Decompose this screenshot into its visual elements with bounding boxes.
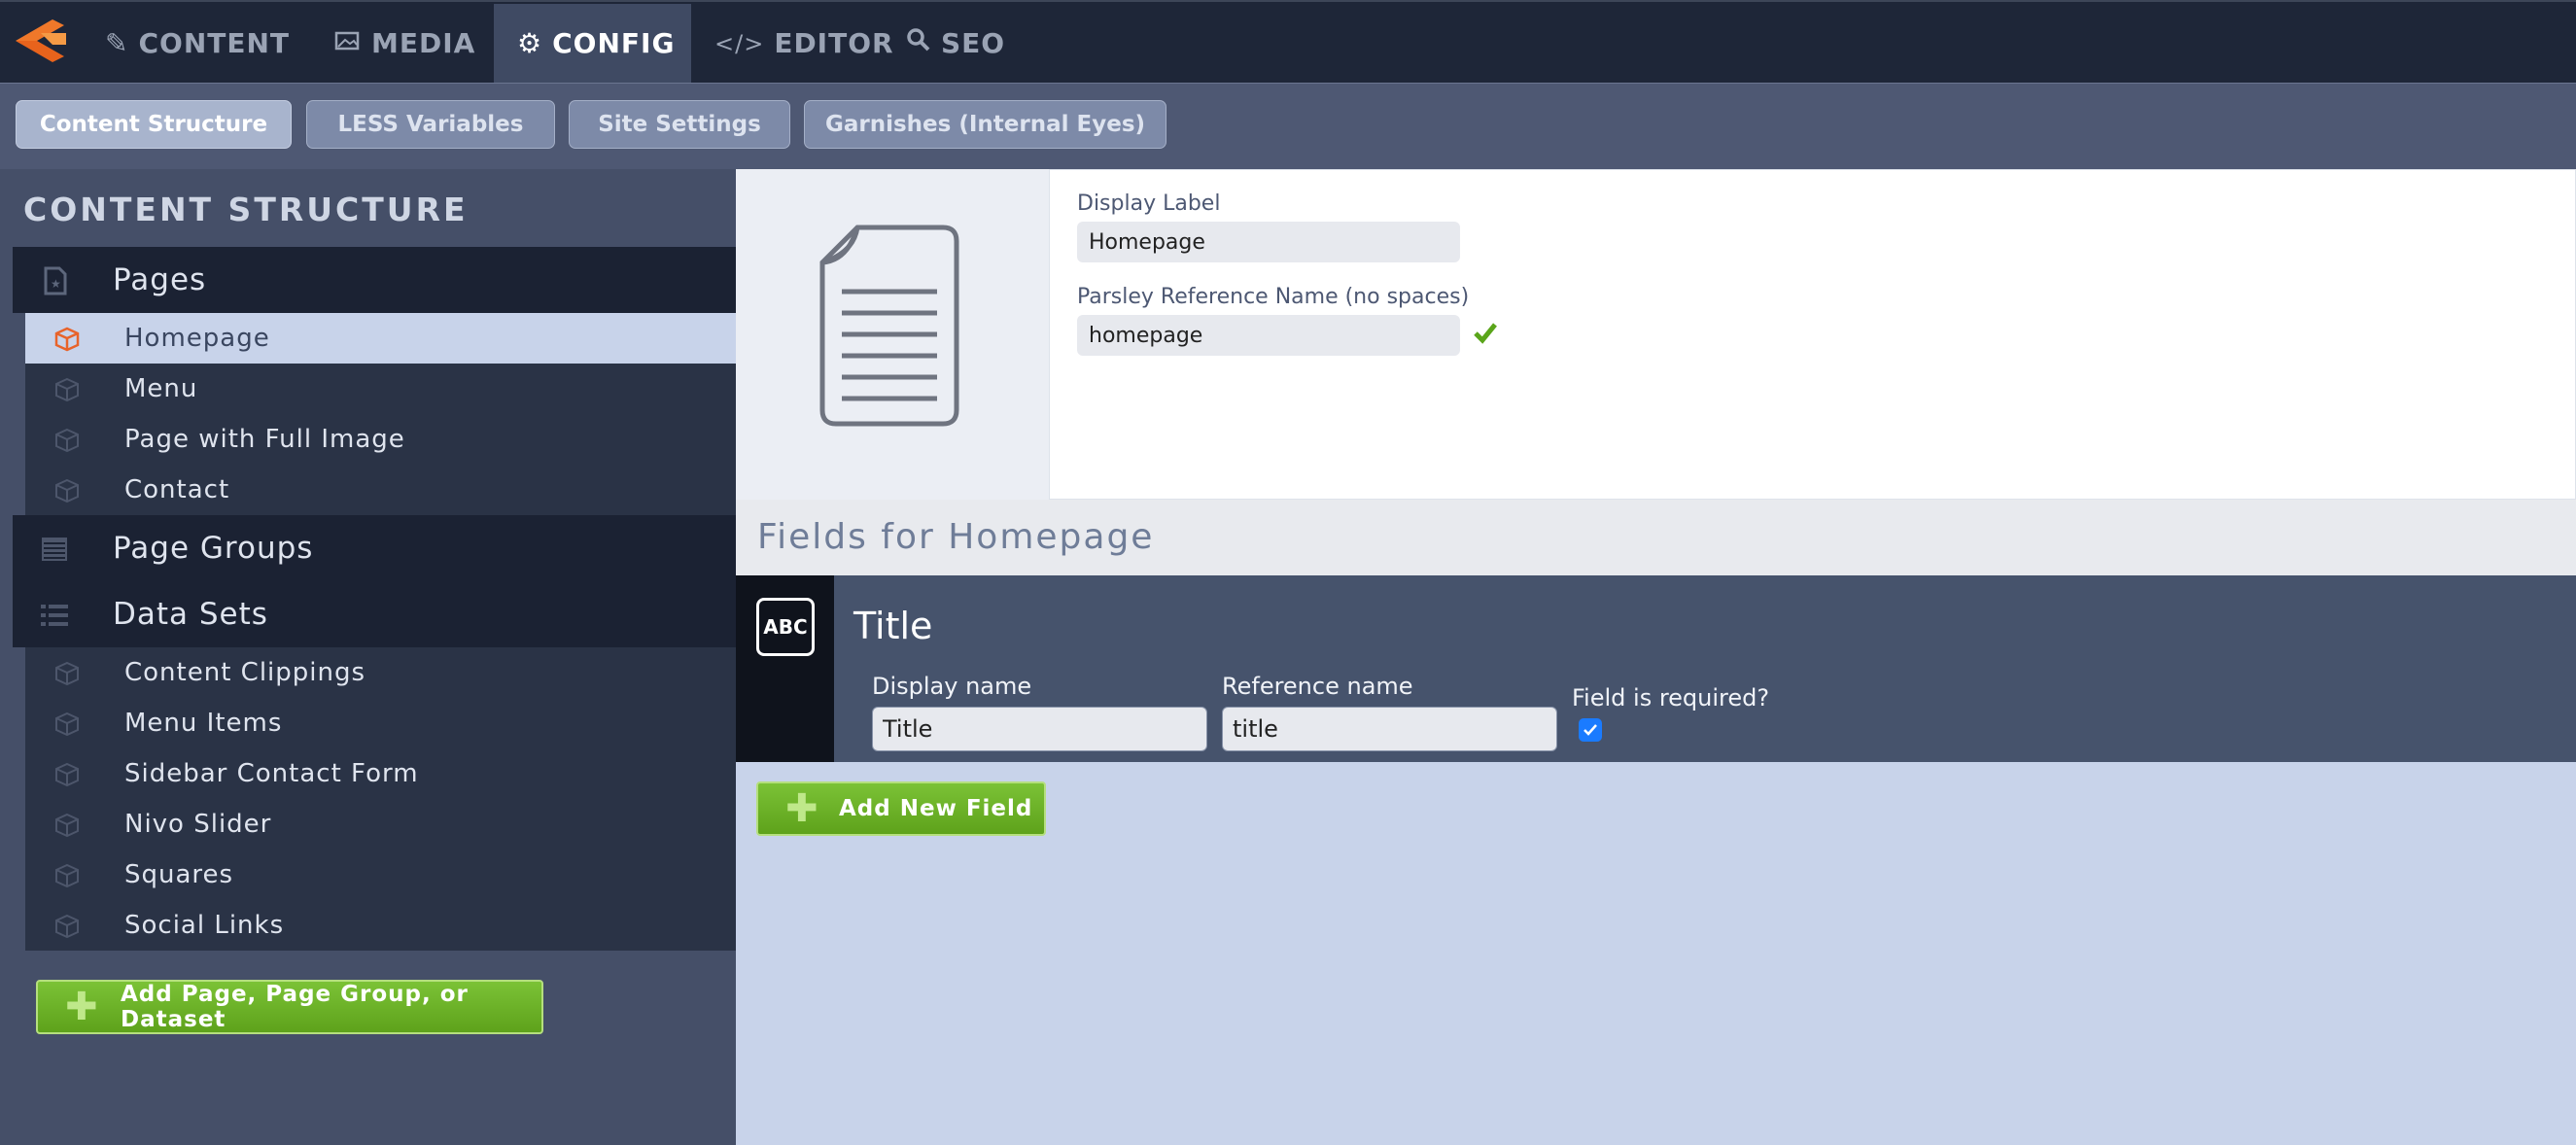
sidebar-item-content-clippings[interactable]: Content Clippings bbox=[25, 647, 736, 698]
nav-tab-label: CONFIG bbox=[552, 27, 676, 59]
sidebar-item-sidebar-contact-form[interactable]: Sidebar Contact Form bbox=[25, 748, 736, 799]
add-page-group-dataset-button[interactable]: ✚ Add Page, Page Group, or Dataset bbox=[36, 980, 543, 1034]
section-label: Data Sets bbox=[113, 597, 268, 632]
sub-toolbar: Content Structure LESS Variables Site Se… bbox=[0, 83, 2576, 169]
cube-icon bbox=[55, 428, 79, 453]
sidebar-title: CONTENT STRUCTURE bbox=[23, 191, 469, 228]
plus-icon: ✚ bbox=[785, 786, 819, 831]
sidebar-item-homepage[interactable]: Homepage bbox=[25, 313, 736, 364]
field-row-title: ABC Title Display name Reference name Fi… bbox=[736, 575, 2576, 762]
gears-icon: ⚙ bbox=[517, 27, 543, 59]
cube-icon bbox=[55, 863, 79, 888]
sidebar-item-label: Menu Items bbox=[124, 709, 283, 738]
field-required-caption: Field is required? bbox=[1572, 684, 1770, 711]
sidebar-item-label: Menu bbox=[124, 374, 198, 403]
valid-check-icon bbox=[1474, 323, 1497, 344]
code-icon: </> bbox=[714, 29, 765, 57]
logo-icon[interactable] bbox=[8, 12, 72, 70]
edit-icon: ✎ bbox=[105, 27, 129, 59]
sidebar-item-label: Page with Full Image bbox=[124, 425, 405, 454]
cube-icon bbox=[55, 478, 79, 503]
field-reference-name-input[interactable] bbox=[1222, 707, 1557, 751]
sidebar-item-menu[interactable]: Menu bbox=[25, 364, 736, 414]
add-new-field-button[interactable]: ✚ Add New Field bbox=[756, 781, 1046, 836]
sidebar-item-squares[interactable]: Squares bbox=[25, 850, 736, 900]
tab-garnishes[interactable]: Garnishes (Internal Eyes) bbox=[804, 100, 1166, 149]
nav-tab-label: MEDIA bbox=[371, 27, 476, 59]
section-label: Page Groups bbox=[113, 531, 314, 566]
svg-text:★: ★ bbox=[51, 277, 61, 291]
field-required-checkbox[interactable] bbox=[1579, 718, 1602, 742]
sidebar-item-label: Homepage bbox=[124, 324, 270, 353]
page-properties: Display Label Parsley Reference Name (no… bbox=[1049, 169, 2576, 500]
plus-icon: ✚ bbox=[65, 985, 99, 1029]
fields-header: Fields for Homepage bbox=[736, 500, 2576, 575]
fields-heading: Fields for Homepage bbox=[757, 517, 1155, 557]
page-thumbnail bbox=[736, 169, 1049, 500]
cube-icon bbox=[55, 914, 79, 939]
cube-icon bbox=[54, 327, 80, 352]
nav-tab-editor[interactable]: </> EDITOR bbox=[714, 4, 893, 83]
document-icon bbox=[819, 225, 959, 427]
tab-content-structure[interactable]: Content Structure bbox=[16, 100, 292, 149]
sidebar-section-pages[interactable]: ★ Pages bbox=[13, 247, 736, 313]
checkmark-icon bbox=[1584, 724, 1597, 736]
sidebar-item-label: Content Clippings bbox=[124, 658, 366, 687]
sidebar-item-social-links[interactable]: Social Links bbox=[25, 900, 736, 951]
image-icon bbox=[334, 27, 362, 59]
reference-name-caption: Reference name bbox=[1222, 673, 1413, 700]
sidebar-item-menu-items[interactable]: Menu Items bbox=[25, 698, 736, 748]
cube-icon bbox=[55, 377, 79, 402]
display-name-input[interactable] bbox=[872, 707, 1207, 751]
sidebar-item-label: Squares bbox=[124, 860, 234, 889]
page-icon: ★ bbox=[44, 266, 67, 295]
nav-tab-seo[interactable]: SEO bbox=[906, 4, 1023, 83]
sidebar-item-label: Sidebar Contact Form bbox=[124, 759, 419, 788]
button-label: Add Page, Page Group, or Dataset bbox=[121, 982, 469, 1032]
sidebar-item-nivo-slider[interactable]: Nivo Slider bbox=[25, 799, 736, 850]
list-icon bbox=[41, 605, 68, 626]
cube-icon bbox=[55, 813, 79, 838]
display-label-caption: Display Label bbox=[1077, 191, 1221, 216]
cube-icon bbox=[55, 711, 79, 737]
reference-name-input[interactable] bbox=[1077, 315, 1460, 356]
sidebar: CONTENT STRUCTURE ★ Pages Homepage Menu … bbox=[0, 169, 736, 1145]
list-box-icon bbox=[42, 538, 67, 561]
sidebar-section-data-sets[interactable]: Data Sets bbox=[13, 581, 736, 647]
sidebar-item-label: Nivo Slider bbox=[124, 810, 272, 839]
search-icon bbox=[906, 27, 931, 59]
nav-tab-label: SEO bbox=[941, 27, 1006, 59]
sidebar-section-page-groups[interactable]: Page Groups bbox=[13, 515, 736, 581]
sidebar-item-label: Social Links bbox=[124, 911, 285, 940]
display-label-input[interactable] bbox=[1077, 222, 1460, 262]
top-nav: ✎ CONTENT MEDIA ⚙ CONFIG </> EDITOR SEO bbox=[0, 0, 2576, 83]
nav-tab-media[interactable]: MEDIA bbox=[331, 4, 486, 83]
tab-less-variables[interactable]: LESS Variables bbox=[306, 100, 555, 149]
cube-icon bbox=[55, 661, 79, 686]
nav-tab-content[interactable]: ✎ CONTENT bbox=[101, 4, 294, 83]
cube-icon bbox=[55, 762, 79, 787]
nav-tab-label: CONTENT bbox=[138, 27, 291, 59]
sidebar-item-contact[interactable]: Contact bbox=[25, 465, 736, 515]
section-label: Pages bbox=[113, 262, 207, 297]
field-type-box: ABC bbox=[736, 575, 834, 762]
sidebar-item-page-with-full-image[interactable]: Page with Full Image bbox=[25, 414, 736, 465]
reference-name-caption: Parsley Reference Name (no spaces) bbox=[1077, 285, 1470, 309]
sidebar-item-label: Contact bbox=[124, 475, 230, 504]
button-label: Add New Field bbox=[839, 796, 1033, 821]
nav-tab-config[interactable]: ⚙ CONFIG bbox=[494, 4, 691, 83]
tab-site-settings[interactable]: Site Settings bbox=[569, 100, 790, 149]
text-field-icon: ABC bbox=[756, 598, 815, 656]
field-title: Title bbox=[853, 605, 933, 647]
display-name-caption: Display name bbox=[872, 673, 1032, 700]
nav-tab-label: EDITOR bbox=[774, 27, 894, 59]
